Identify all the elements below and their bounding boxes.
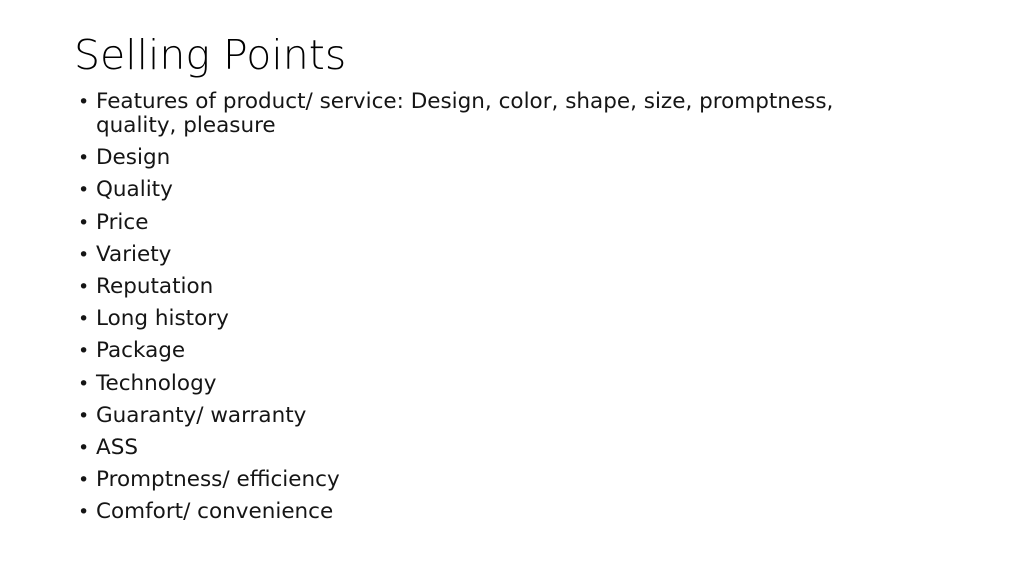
list-item-label: Variety xyxy=(96,241,172,267)
list-item: • Variety xyxy=(74,241,904,267)
bullet-icon: • xyxy=(78,147,90,170)
list-item: • Features of product/ service: Design, … xyxy=(74,90,904,138)
list-item: • Reputation xyxy=(74,273,904,299)
list-item-label: Technology xyxy=(96,370,217,396)
list-item-label: Promptness/ efficiency xyxy=(96,467,340,493)
list-item-label: Reputation xyxy=(96,273,214,299)
bullet-icon: • xyxy=(78,275,90,298)
bullet-icon: • xyxy=(78,340,90,363)
bullet-icon: • xyxy=(78,243,90,266)
list-item-label: Comfort/ convenience xyxy=(96,499,334,525)
list-item-label: Design xyxy=(96,145,171,171)
list-item: • Long history xyxy=(74,307,904,331)
list-item-label: Price xyxy=(96,209,149,235)
bullet-icon: • xyxy=(78,404,90,427)
list-item: • Guaranty/ warranty xyxy=(74,402,904,428)
list-item: • Price xyxy=(74,209,904,235)
bullet-icon: • xyxy=(78,179,90,202)
list-item: • Comfort/ convenience xyxy=(74,500,904,524)
bullet-icon: • xyxy=(78,436,90,459)
slide: Selling Points • Features of product/ se… xyxy=(0,0,1024,576)
list-item-label: Long history xyxy=(96,306,229,332)
bullet-icon: • xyxy=(78,308,90,331)
bullet-icon: • xyxy=(78,372,90,395)
list-item: • ASS xyxy=(74,434,904,460)
list-item: • Promptness/ efficiency xyxy=(74,468,904,492)
selling-points-list: • Features of product/ service: Design, … xyxy=(74,90,904,532)
list-item: • Design xyxy=(74,146,904,170)
bullet-icon: • xyxy=(78,211,90,234)
page-title: Selling Points xyxy=(74,31,347,79)
bullet-icon: • xyxy=(78,469,90,492)
list-item-label: Quality xyxy=(96,177,173,203)
list-item-label: ASS xyxy=(96,434,139,460)
bullet-icon: • xyxy=(78,501,90,524)
list-item-label: Package xyxy=(96,338,186,364)
list-item-label: Guaranty/ warranty xyxy=(96,402,307,428)
list-item: • Technology xyxy=(74,370,904,396)
bullet-icon: • xyxy=(78,91,90,113)
list-item-label: Features of product/ service: Design, co… xyxy=(96,89,834,138)
list-item: • Quality xyxy=(74,178,904,202)
list-item: • Package xyxy=(74,339,904,363)
